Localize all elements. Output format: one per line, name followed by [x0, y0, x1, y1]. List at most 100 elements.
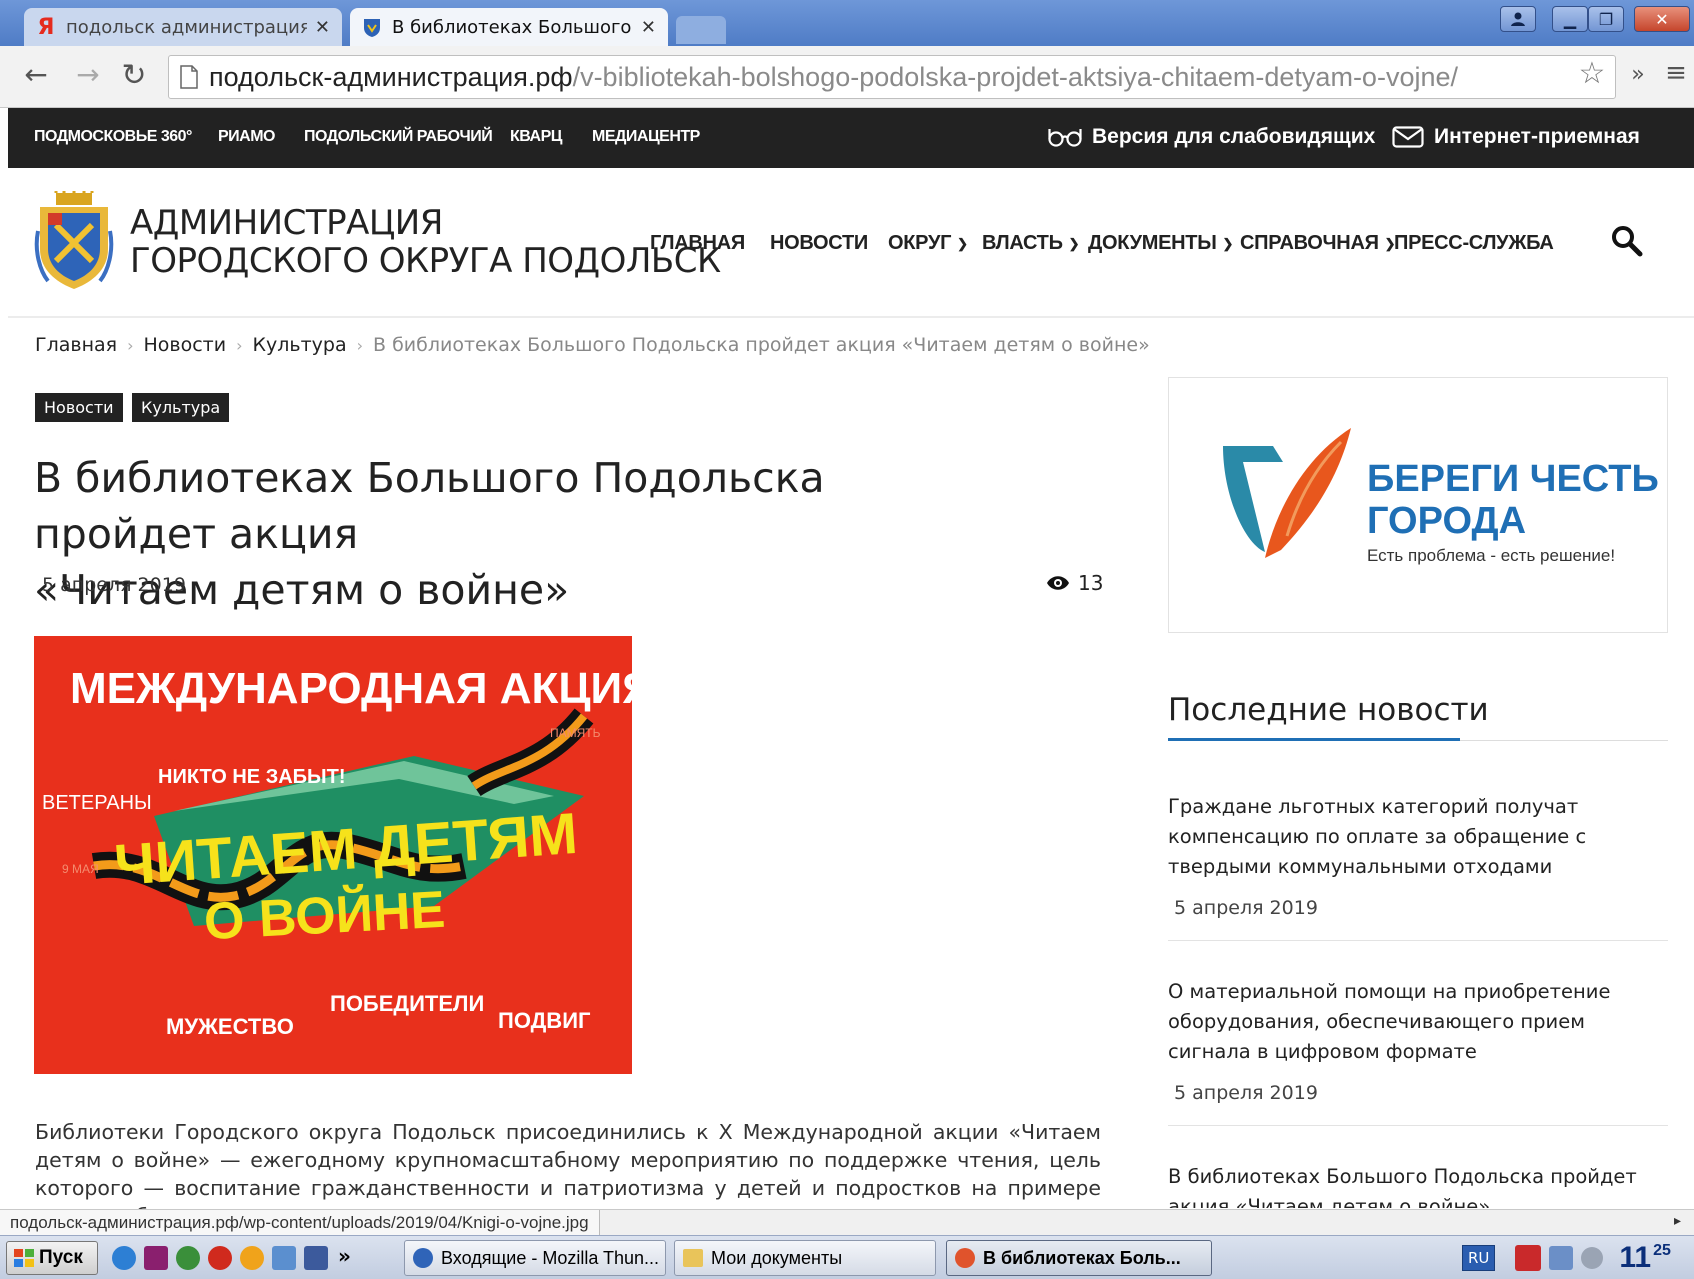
start-button[interactable]: Пуск: [6, 1241, 98, 1275]
nav-label: ДОКУМЕНТЫ: [1088, 232, 1217, 254]
forward-icon[interactable]: →: [70, 58, 106, 91]
url-host: подольск-администрация.рф: [209, 61, 573, 92]
nav-okrug[interactable]: ОКРУГ ❯: [888, 232, 968, 255]
chrome-icon[interactable]: [240, 1246, 264, 1270]
accessibility-label: Версия для слабовидящих: [1092, 125, 1376, 148]
breadcrumb-separator-icon: ›: [356, 335, 363, 355]
minimize-button[interactable]: ▁: [1552, 6, 1588, 32]
address-bar[interactable]: подольск-администрация.рф/v-bibliotekah-…: [168, 55, 1616, 99]
breadcrumb-culture[interactable]: Культура: [253, 334, 347, 356]
tab-title: В библиотеках Большого П: [392, 16, 633, 38]
top-link-podolsky-rabochy[interactable]: ПОДОЛЬСКИЙ РАБОЧИЙ: [304, 128, 493, 146]
breadcrumb-home[interactable]: Главная: [35, 334, 117, 356]
task-label: Мои документы: [711, 1247, 843, 1268]
news-item-3-title[interactable]: В библиотеках Большого Подольска пройдет…: [1168, 1162, 1668, 1208]
windows-taskbar: Пуск » Входящие - Mozilla Thun... Мои до…: [0, 1235, 1694, 1279]
clock-hours: 11: [1619, 1241, 1652, 1274]
network-icon[interactable]: [176, 1246, 200, 1270]
url-path: /v-bibliotekah-bolshogo-podolska-projdet…: [572, 61, 1458, 92]
image-main-line-2: О ВОЙНЕ: [202, 880, 447, 952]
close-tab-icon[interactable]: ✕: [315, 17, 330, 38]
accessibility-link[interactable]: Версия для слабовидящих: [1048, 125, 1375, 149]
task-chrome-active[interactable]: В библиотеках Боль...: [946, 1240, 1212, 1276]
system-tray: RU 11 25: [1462, 1240, 1694, 1276]
top-link-mediacenter[interactable]: МЕДИАЦЕНТР: [592, 128, 700, 146]
screen: Я подольск администрация р ✕ В библиотек…: [0, 0, 1694, 1279]
nav-label: ВЛАСТЬ: [982, 232, 1063, 254]
scroll-right-arrow-icon[interactable]: ▸: [1674, 1213, 1681, 1229]
nav-label: ГЛАВНАЯ: [650, 232, 745, 254]
bereg-chest-banner[interactable]: БЕРЕГИ ЧЕСТЬ ГОРОДА Есть проблема - есть…: [1168, 377, 1668, 633]
top-link-podmoskovie[interactable]: ПОДМОСКОВЬЕ 360°: [34, 128, 192, 146]
restore-button[interactable]: ❐: [1588, 6, 1624, 32]
nav-vlast[interactable]: ВЛАСТЬ ❯: [982, 232, 1080, 255]
news-divider: [1168, 1125, 1668, 1126]
app-icon[interactable]: [272, 1246, 296, 1270]
close-window-button[interactable]: ✕: [1634, 6, 1690, 32]
image-word-muzhestvo: МУЖЕСТВО: [166, 1014, 294, 1039]
nav-press-sluzhba[interactable]: ПРЕСС-СЛУЖБА: [1394, 232, 1554, 255]
nav-dokumenty[interactable]: ДОКУМЕНТЫ ❯: [1088, 232, 1233, 255]
network-tray-icon[interactable]: [1549, 1246, 1574, 1270]
browser-toolbar: ← → ↻ подольск-администрация.рф/v-biblio…: [0, 46, 1694, 108]
image-word-veterany: ВЕТЕРАНЫ: [42, 792, 152, 814]
breadcrumb-news[interactable]: Новости: [143, 334, 226, 356]
reception-label: Интернет-приемная: [1434, 125, 1640, 148]
user-icon[interactable]: [1500, 6, 1536, 32]
nav-novosti[interactable]: НОВОСТИ: [770, 232, 868, 255]
task-thunderbird[interactable]: Входящие - Mozilla Thun...: [404, 1240, 666, 1276]
winrar-icon[interactable]: [144, 1246, 168, 1270]
browser-status-bar: подольск-администрация.рф/wp-content/upl…: [0, 1209, 1694, 1236]
back-icon[interactable]: ←: [18, 58, 54, 91]
reception-link[interactable]: Интернет-приемная: [1392, 125, 1640, 149]
task-label: В библиотеках Боль...: [983, 1247, 1181, 1268]
category-badge-news[interactable]: Новости: [35, 393, 123, 422]
opera-icon[interactable]: [208, 1246, 232, 1270]
chevron-down-icon: ❯: [1068, 235, 1080, 251]
language-indicator[interactable]: RU: [1462, 1245, 1496, 1271]
save-icon[interactable]: [304, 1246, 328, 1270]
nav-label: ОКРУГ: [888, 232, 952, 254]
task-my-documents[interactable]: Мои документы: [674, 1240, 936, 1276]
ie-icon[interactable]: [112, 1246, 136, 1270]
browser-tab-strip: Я подольск администрация р ✕ В библиотек…: [0, 0, 1694, 46]
bookmark-star-icon[interactable]: ☆: [1574, 56, 1610, 91]
category-badge-culture[interactable]: Культура: [132, 393, 230, 422]
tab-title: подольск администрация р: [66, 16, 307, 38]
nav-spravochnaya[interactable]: СПРАВОЧНАЯ ❯: [1240, 232, 1396, 255]
banner-subtitle: Есть проблема - есть решение!: [1367, 546, 1616, 565]
chrome-icon: [955, 1248, 975, 1268]
banner-title-1: БЕРЕГИ ЧЕСТЬ: [1367, 458, 1659, 500]
banner-title-2: ГОРОДА: [1367, 500, 1527, 542]
reload-icon[interactable]: ↻: [116, 58, 152, 93]
new-tab-button[interactable]: [676, 16, 726, 44]
article-image[interactable]: МЕЖДУНАРОДНАЯ АКЦИЯ НИКТО НЕ ЗАБЫТ! ВЕТЕ…: [34, 636, 632, 1074]
image-word-nikto: НИКТО НЕ ЗАБЫТ!: [158, 766, 346, 788]
task-label: Входящие - Mozilla Thun...: [441, 1247, 660, 1268]
clock-minutes: 25: [1653, 1242, 1671, 1259]
more-quicklaunch-icon[interactable]: »: [338, 1244, 351, 1268]
nav-label: ПРЕСС-СЛУЖБА: [1394, 232, 1554, 254]
image-word-9-maya: 9 МАЯ: [62, 862, 99, 876]
nav-glavnaya[interactable]: ГЛАВНАЯ: [650, 232, 745, 255]
browser-tab-active[interactable]: В библиотеках Большого П ✕: [350, 8, 668, 46]
site-name-line-1: АДМИНИСТРАЦИЯ: [130, 203, 443, 243]
search-icon[interactable]: [1610, 224, 1644, 258]
header-divider: [8, 316, 1694, 318]
news-item-2-date: 5 апреля 2019: [1174, 1082, 1318, 1104]
coat-of-arms-logo[interactable]: [34, 191, 114, 291]
shield-feather-logo: [1223, 428, 1351, 558]
news-item-1-title[interactable]: Граждане льготных категорий получат комп…: [1168, 792, 1668, 882]
site-top-strip: ПОДМОСКОВЬЕ 360° РИАМО ПОДОЛЬСКИЙ РАБОЧИ…: [8, 108, 1694, 168]
close-tab-icon[interactable]: ✕: [641, 17, 656, 38]
site-name[interactable]: АДМИНИСТРАЦИЯ ГОРОДСКОГО ОКРУГА ПОДОЛЬСК: [130, 204, 721, 280]
top-link-kvarts[interactable]: КВАРЦ: [510, 128, 562, 146]
browser-tab-yandex[interactable]: Я подольск администрация р ✕: [24, 8, 342, 46]
antivirus-icon[interactable]: [1515, 1245, 1542, 1271]
latest-news-accent: [1168, 738, 1460, 741]
extensions-chevron-icon[interactable]: »: [1620, 62, 1656, 87]
menu-icon[interactable]: ≡: [1658, 58, 1694, 88]
news-item-2-title[interactable]: О материальной помощи на приобретение об…: [1168, 977, 1668, 1067]
update-tray-icon[interactable]: [1581, 1247, 1604, 1269]
top-link-riamo[interactable]: РИАМО: [218, 128, 276, 146]
